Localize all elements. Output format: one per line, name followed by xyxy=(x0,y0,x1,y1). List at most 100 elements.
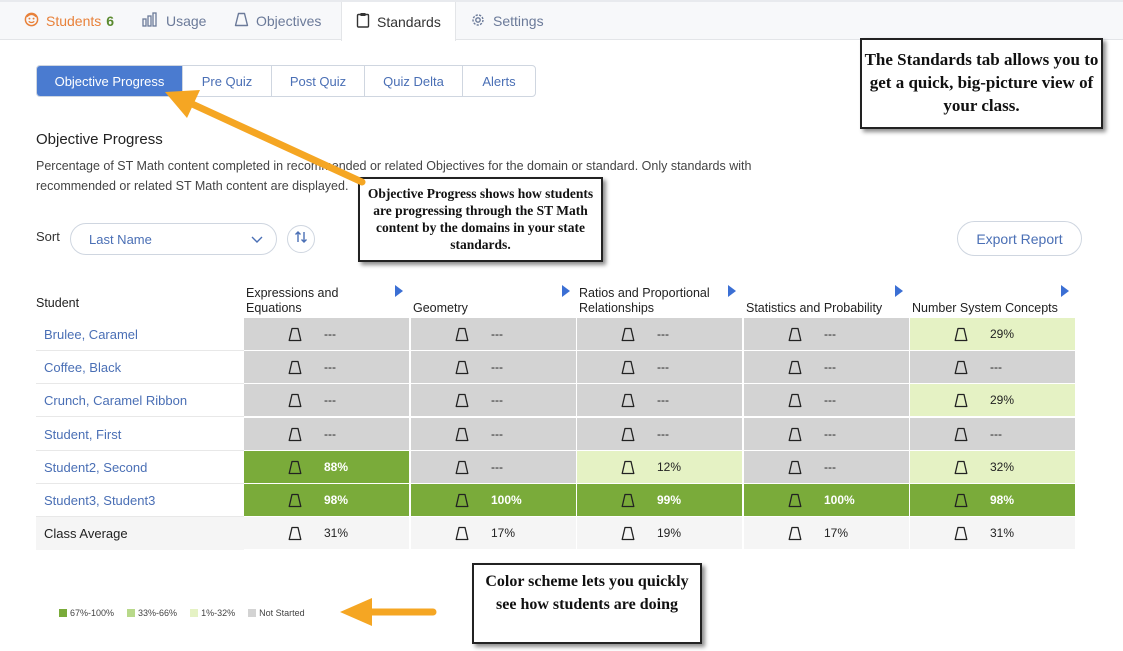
objective-trapezoid-icon xyxy=(288,526,302,544)
objective-trapezoid-icon xyxy=(455,327,469,345)
tab-settings[interactable]: Settings xyxy=(470,2,544,40)
subtab-pre-quiz[interactable]: Pre Quiz xyxy=(182,66,271,96)
objective-trapezoid-icon xyxy=(788,393,802,411)
objective-trapezoid-icon xyxy=(788,493,802,511)
progress-cell[interactable]: --- xyxy=(244,384,410,417)
progress-value: 100% xyxy=(824,493,855,507)
tab-objectives-label: Objectives xyxy=(256,13,322,29)
tab-students[interactable]: Students 6 xyxy=(24,2,114,40)
arrow-to-legend xyxy=(340,598,437,626)
progress-cell[interactable]: 100% xyxy=(744,484,910,517)
objective-trapezoid-icon xyxy=(954,493,968,511)
progress-cell[interactable]: 17% xyxy=(411,517,577,550)
student-name-link[interactable]: Crunch, Caramel Ribbon xyxy=(36,384,244,417)
progress-value: --- xyxy=(657,393,669,407)
objective-trapezoid-icon xyxy=(455,526,469,544)
objective-trapezoid-icon xyxy=(954,360,968,378)
progress-cell[interactable]: --- xyxy=(411,384,577,417)
progress-value: --- xyxy=(491,360,503,374)
progress-cell[interactable]: --- xyxy=(577,418,743,451)
progress-value: --- xyxy=(491,460,503,474)
column-header[interactable]: Geometry xyxy=(412,280,578,316)
objective-trapezoid-icon xyxy=(455,493,469,511)
progress-cell[interactable]: 29% xyxy=(910,318,1076,351)
standards-tab-callout: The Standards tab allows you to get a qu… xyxy=(860,38,1103,129)
expand-arrow-icon[interactable] xyxy=(1061,285,1069,297)
subtab-post-quiz[interactable]: Post Quiz xyxy=(271,66,364,96)
progress-cell[interactable]: 98% xyxy=(244,484,410,517)
sort-label: Sort xyxy=(36,229,60,244)
progress-cell[interactable]: 29% xyxy=(910,384,1076,417)
subtab-quiz-delta[interactable]: Quiz Delta xyxy=(364,66,462,96)
export-report-button[interactable]: Export Report xyxy=(957,221,1082,256)
progress-cell[interactable]: --- xyxy=(411,351,577,384)
progress-cell[interactable]: --- xyxy=(577,351,743,384)
progress-cell[interactable]: --- xyxy=(244,418,410,451)
progress-cell[interactable]: --- xyxy=(744,351,910,384)
objective-trapezoid-icon xyxy=(288,493,302,511)
progress-cell[interactable]: 31% xyxy=(910,517,1076,550)
progress-cell[interactable]: --- xyxy=(744,451,910,484)
progress-cell[interactable]: 99% xyxy=(577,484,743,517)
objective-trapezoid-icon xyxy=(621,493,635,511)
progress-cell[interactable]: --- xyxy=(411,318,577,351)
student-name-link[interactable]: Brulee, Caramel xyxy=(36,318,244,351)
progress-cell[interactable]: 17% xyxy=(744,517,910,550)
progress-cell[interactable]: --- xyxy=(744,418,910,451)
progress-value: 98% xyxy=(324,493,349,507)
progress-cell[interactable]: --- xyxy=(244,318,410,351)
progress-cell[interactable]: 88% xyxy=(244,451,410,484)
legend-item: 67%-100% xyxy=(59,608,114,618)
sort-direction-button[interactable] xyxy=(287,225,315,253)
legend-swatch xyxy=(248,609,257,617)
progress-cell[interactable]: --- xyxy=(744,318,910,351)
objective-trapezoid-icon xyxy=(621,460,635,478)
legend-label: 67%-100% xyxy=(70,608,115,618)
progress-cell[interactable]: 98% xyxy=(910,484,1076,517)
expand-arrow-icon[interactable] xyxy=(728,285,736,297)
expand-arrow-icon[interactable] xyxy=(395,285,403,297)
progress-cell[interactable]: --- xyxy=(411,451,577,484)
progress-cell[interactable]: --- xyxy=(910,418,1076,451)
subtab-objective-progress[interactable]: Objective Progress xyxy=(37,66,182,96)
objective-trapezoid-icon xyxy=(621,393,635,411)
column-header-label: Number System Concepts xyxy=(912,301,1058,315)
tab-usage[interactable]: Usage xyxy=(142,2,206,40)
progress-value: --- xyxy=(491,327,503,341)
progress-cell[interactable]: --- xyxy=(744,384,910,417)
progress-cell[interactable]: --- xyxy=(577,318,743,351)
student-name-link[interactable]: Student2, Second xyxy=(36,451,244,484)
progress-cell[interactable]: --- xyxy=(244,351,410,384)
student-name-link[interactable]: Student3, Student3 xyxy=(36,484,244,517)
progress-value: --- xyxy=(990,360,1002,374)
objective-trapezoid-icon xyxy=(455,460,469,478)
table-row: Coffee, Black --- --- --- --- --- xyxy=(36,351,1078,384)
objective-trapezoid-icon xyxy=(288,360,302,378)
sort-select[interactable]: Last Name xyxy=(70,223,277,255)
column-header[interactable]: Expressions and Equations xyxy=(245,280,411,316)
progress-value: --- xyxy=(324,427,336,441)
progress-cell[interactable]: 100% xyxy=(411,484,577,517)
column-header[interactable]: Statistics and Probability xyxy=(745,280,911,316)
objective-trapezoid-icon xyxy=(455,360,469,378)
progress-cell[interactable]: --- xyxy=(910,351,1076,384)
progress-cell[interactable]: 31% xyxy=(244,517,410,550)
student-name-link[interactable]: Student, First xyxy=(36,418,244,451)
expand-arrow-icon[interactable] xyxy=(562,285,570,297)
column-header[interactable]: Number System Concepts xyxy=(911,280,1077,316)
progress-cell[interactable]: 12% xyxy=(577,451,743,484)
progress-cell[interactable]: 32% xyxy=(910,451,1076,484)
progress-value: 32% xyxy=(990,460,1015,474)
student-name-link[interactable]: Coffee, Black xyxy=(36,351,244,384)
progress-cell[interactable]: --- xyxy=(411,418,577,451)
expand-arrow-icon[interactable] xyxy=(895,285,903,297)
color-scheme-callout: Color scheme lets you quickly see how st… xyxy=(472,563,702,644)
tab-objectives[interactable]: Objectives xyxy=(234,2,321,40)
trapezoid-icon xyxy=(234,12,249,30)
tab-standards[interactable]: Standards xyxy=(341,2,456,41)
progress-cell[interactable]: --- xyxy=(577,384,743,417)
subtab-alerts[interactable]: Alerts xyxy=(462,66,535,96)
progress-cell[interactable]: 19% xyxy=(577,517,743,550)
objective-trapezoid-icon xyxy=(288,393,302,411)
column-header[interactable]: Ratios and Proportional Relationships xyxy=(578,280,744,316)
